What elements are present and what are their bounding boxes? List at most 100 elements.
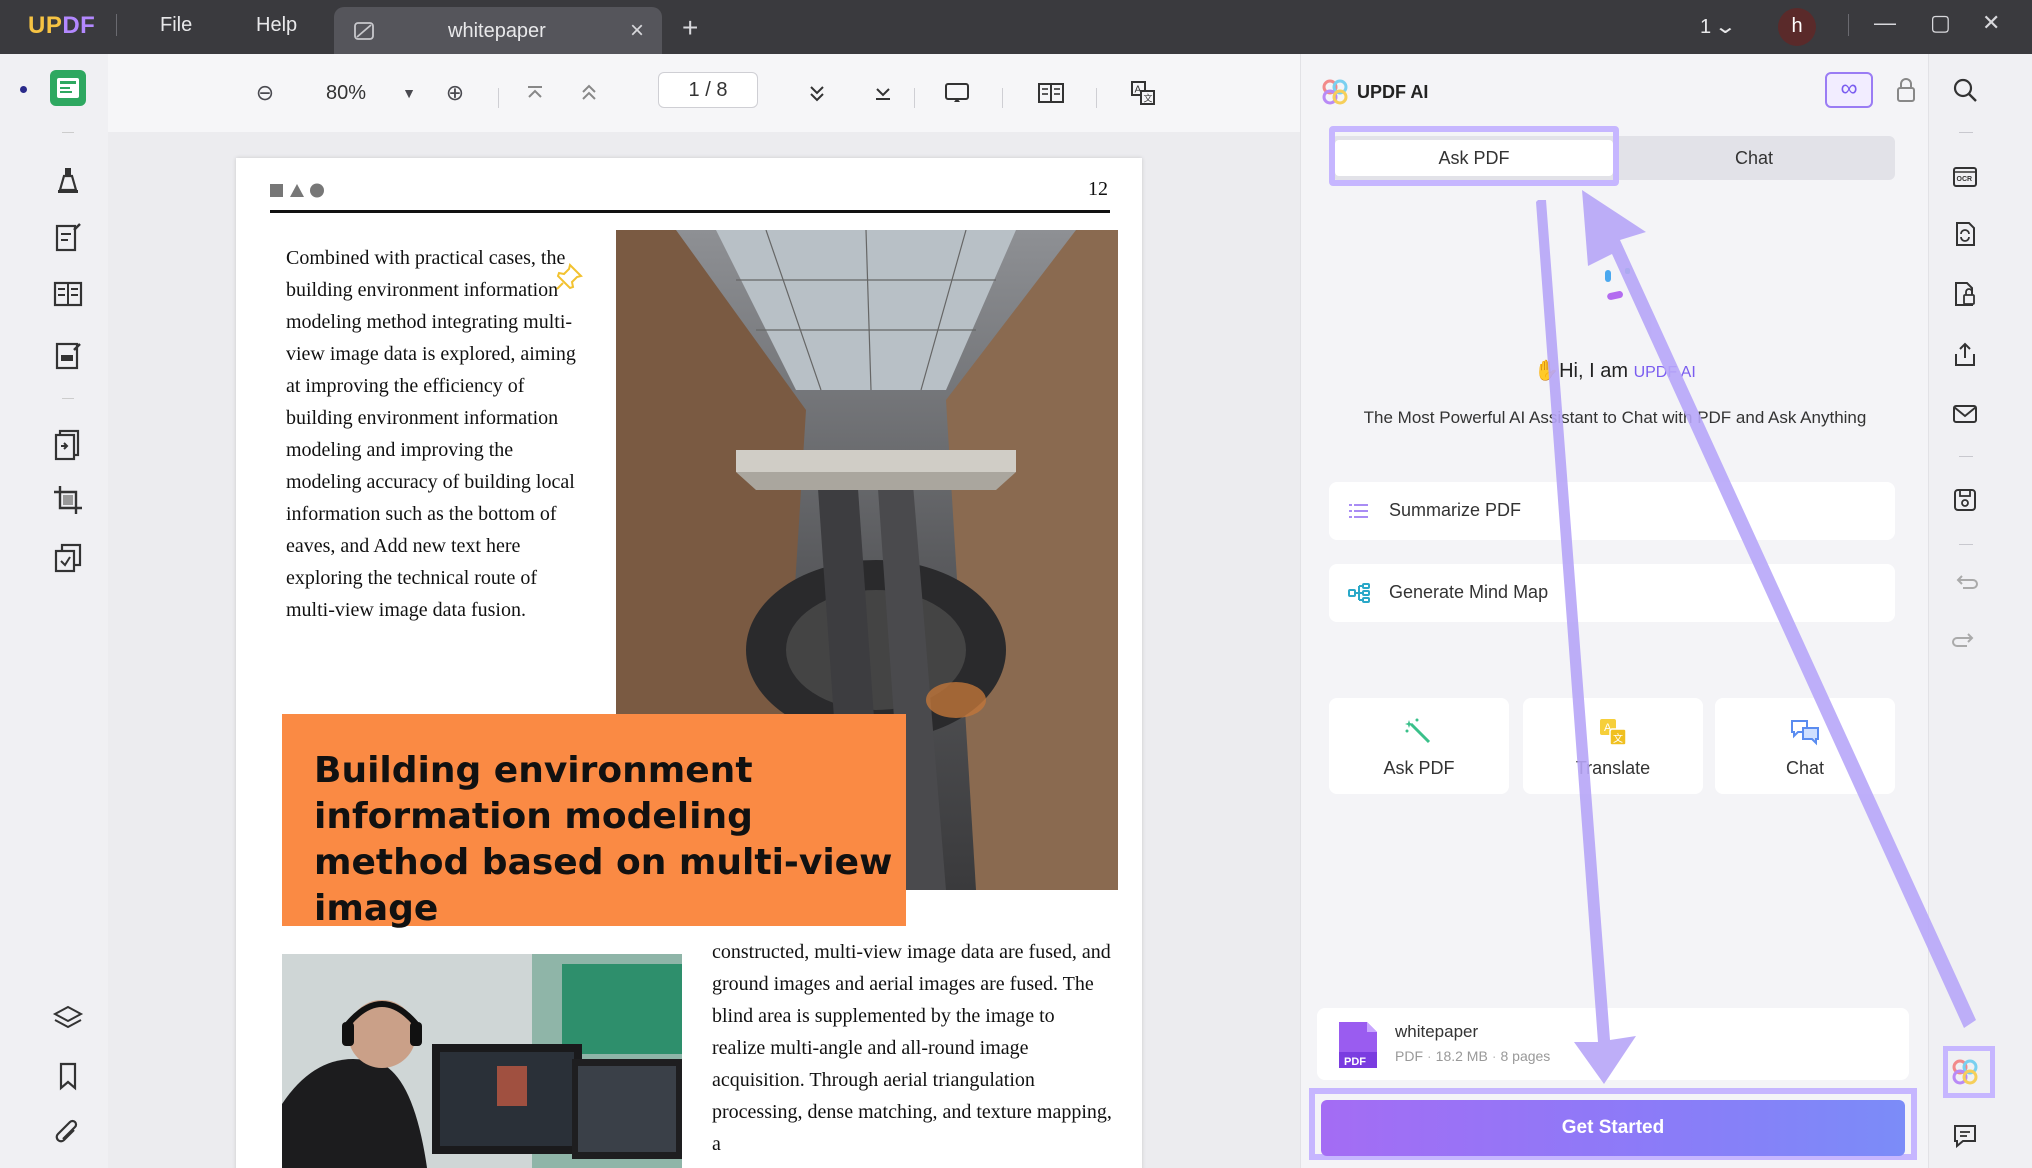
reader-mode-icon[interactable] [50, 70, 86, 106]
chat-label: Chat [1785, 758, 1825, 778]
ocr-icon[interactable]: OCR [1951, 162, 1979, 190]
layers-icon[interactable] [50, 1000, 86, 1036]
save-icon[interactable] [1951, 486, 1979, 514]
get-started-button[interactable]: Get Started [1321, 1100, 1905, 1156]
header-rule [270, 210, 1110, 213]
divider [1096, 88, 1097, 108]
svg-text:A: A [1604, 722, 1612, 734]
engineer-photo [282, 954, 682, 1168]
first-page-icon[interactable] [520, 78, 550, 108]
edit-pdf-icon[interactable] [50, 220, 86, 256]
document-toolbar: ⊖ 80% ▼ ⊕ 1 / 8 A文 [108, 54, 1300, 132]
next-page-icon[interactable] [802, 78, 832, 108]
minimize-icon[interactable]: — [1874, 10, 1896, 36]
generate-mind-map-button[interactable]: Generate Mind Map [1329, 564, 1895, 622]
attachment-icon[interactable] [50, 1116, 86, 1152]
tab-chat[interactable]: Chat [1617, 140, 1891, 176]
svg-text:文: 文 [1613, 732, 1623, 745]
title-bar: UPDF File Help whitepaper × + 1 ⌄ h — ▢ … [0, 0, 2032, 54]
protect-icon[interactable] [1951, 280, 1979, 308]
mind-map-icon [1348, 583, 1370, 603]
translate-card[interactable]: A文 Translate [1523, 698, 1703, 794]
body-text-column-1: Combined with practical cases, the build… [286, 247, 576, 621]
divider [62, 132, 74, 133]
file-pages: 8 pages [1500, 1048, 1551, 1064]
bookmark-icon[interactable] [50, 1058, 86, 1094]
summarize-pdf-button[interactable]: Summarize PDF [1329, 482, 1895, 540]
updf-ai-logo-icon [1322, 79, 1348, 105]
summarize-label: Summarize PDF [1389, 500, 1522, 520]
document-viewer[interactable]: 12 Combined with practical cases, the bu… [108, 132, 1300, 1168]
organize-pages-icon[interactable] [50, 426, 86, 462]
reading-layout-icon[interactable] [1036, 78, 1066, 108]
active-indicator [20, 86, 27, 93]
form-icon[interactable] [50, 338, 86, 374]
mind-map-label: Generate Mind Map [1389, 582, 1549, 602]
translate-icon[interactable]: A文 [1128, 78, 1158, 108]
pages-stack-icon[interactable] [50, 540, 86, 576]
tab-label: whitepaper [448, 20, 546, 42]
unlimited-icon[interactable]: ∞ [1825, 72, 1873, 108]
window-count[interactable]: 1 ⌄ [1700, 14, 1737, 39]
file-size: 18.2 MB [1435, 1048, 1488, 1064]
divider [62, 398, 74, 399]
updf-ai-button-icon[interactable] [1951, 1058, 1979, 1086]
chevron-down-icon: ⌄ [1713, 16, 1737, 38]
ask-pdf-card[interactable]: Ask PDF [1329, 698, 1509, 794]
document-edit-icon [354, 22, 374, 40]
highlight-get-started: Get Started [1309, 1088, 1917, 1160]
zoom-out-icon[interactable]: ⊖ [250, 78, 280, 108]
maximize-icon[interactable]: ▢ [1930, 10, 1951, 36]
file-name: whitepaper [1395, 1022, 1479, 1041]
divider [1959, 456, 1973, 457]
page-layout-icon[interactable] [50, 276, 86, 312]
close-window-icon[interactable]: ✕ [1982, 10, 2000, 36]
divider [1959, 132, 1973, 133]
current-page: 1 [688, 79, 700, 101]
ai-assistant-panel: UPDF AI ∞ Ask PDF Chat ✋Hi, I am UPDF AI… [1300, 54, 1928, 1168]
share-icon[interactable] [1951, 340, 1979, 368]
chat-card[interactable]: Chat [1715, 698, 1895, 794]
last-page-icon[interactable] [868, 78, 898, 108]
greeting-text: Hi, I am [1559, 360, 1634, 382]
divider [116, 14, 117, 36]
waving-hand-icon: ✋ [1534, 360, 1560, 382]
pin-icon[interactable] [554, 262, 584, 292]
zoom-in-icon[interactable]: ⊕ [440, 78, 470, 108]
crop-icon[interactable] [50, 482, 86, 518]
zoom-level[interactable]: 80% [326, 82, 366, 105]
menu-help[interactable]: Help [256, 14, 297, 37]
page-number-input[interactable]: 1 / 8 [658, 72, 758, 108]
divider [1959, 544, 1973, 545]
ai-subtitle: The Most Powerful AI Assistant to Chat w… [1363, 408, 1867, 427]
svg-text:PDF: PDF [1344, 1056, 1366, 1068]
undo-icon[interactable] [1951, 570, 1979, 598]
title-callout: Building environment information modelin… [282, 714, 906, 929]
attached-file[interactable]: PDF whitepaper PDF · 18.2 MB · 8 pages [1317, 1008, 1909, 1080]
close-tab-icon[interactable]: × [630, 17, 644, 45]
comment-icon[interactable] [1951, 1122, 1979, 1150]
page-header-marks [270, 182, 334, 203]
highlighter-icon[interactable] [50, 162, 86, 198]
zoom-dropdown-icon[interactable]: ▼ [394, 78, 424, 108]
email-icon[interactable] [1951, 400, 1979, 428]
right-toolbar: OCR [1928, 54, 2008, 1168]
search-icon[interactable] [1951, 76, 1979, 104]
pdf-page: 12 Combined with practical cases, the bu… [236, 158, 1142, 1168]
ai-greeting: ✋Hi, I am UPDF AI [1301, 358, 1929, 383]
convert-icon[interactable] [1951, 220, 1979, 248]
presentation-icon[interactable] [942, 78, 972, 108]
file-type: PDF [1395, 1048, 1423, 1064]
menu-file[interactable]: File [160, 14, 192, 37]
translate-icon: A文 [1600, 719, 1627, 746]
lock-icon[interactable] [1895, 76, 1917, 104]
window-count-label: 1 [1700, 16, 1712, 38]
redo-icon[interactable] [1951, 628, 1979, 656]
callout-title: Building environment information modelin… [314, 750, 893, 929]
divider [1002, 88, 1003, 108]
avatar[interactable]: h [1778, 8, 1816, 46]
tab-whitepaper[interactable]: whitepaper × [334, 7, 662, 54]
app-logo: UPDF [28, 12, 96, 39]
new-tab-button[interactable]: + [682, 12, 698, 44]
previous-page-icon[interactable] [574, 78, 604, 108]
